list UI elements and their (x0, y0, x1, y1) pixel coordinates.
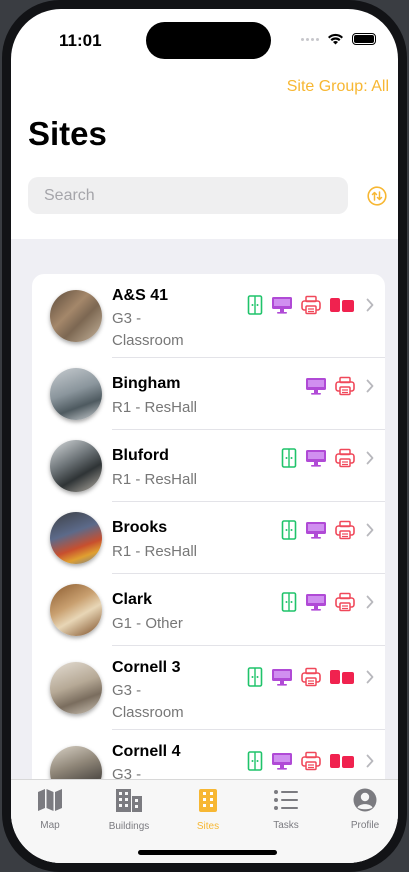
printer-icon (301, 295, 321, 315)
display-board-icon (329, 297, 355, 313)
sites-icon (199, 789, 217, 812)
tab-buildings[interactable]: Buildings (94, 788, 164, 832)
list-item[interactable]: Brooks R1 - ResHall (32, 502, 385, 574)
site-name: Cornell 3 (112, 659, 181, 676)
buildings-icon (116, 789, 142, 812)
site-group-filter[interactable]: Site Group: All (287, 78, 389, 96)
site-type: G1 - Other (112, 615, 183, 632)
printer-icon (335, 592, 355, 612)
door-icon (247, 751, 263, 771)
site-photo (50, 290, 102, 342)
site-name: Cornell 4 (112, 743, 181, 760)
computer-icon (305, 377, 327, 395)
site-photo (50, 368, 102, 420)
computer-icon (305, 593, 327, 611)
site-name: Bingham (112, 375, 181, 392)
printer-icon (335, 376, 355, 396)
search-input[interactable]: Search (28, 177, 348, 214)
display-board-icon (329, 753, 355, 769)
screen: 11:01 Site Group: All Sites Search A&S 4… (11, 9, 398, 863)
chevron-right-icon (366, 298, 374, 312)
site-type: G3 - Classroom (112, 682, 184, 721)
door-icon (247, 295, 263, 315)
computer-icon (305, 449, 327, 467)
profile-icon (353, 788, 377, 812)
battery-icon (352, 33, 376, 45)
site-photo (50, 584, 102, 636)
tab-map[interactable]: Map (15, 788, 85, 831)
printer-icon (301, 667, 321, 687)
printer-icon (335, 520, 355, 540)
computer-icon (271, 752, 293, 770)
service-icons (281, 592, 355, 612)
chevron-right-icon (366, 451, 374, 465)
computer-icon (271, 296, 293, 314)
status-time: 11:01 (59, 31, 102, 50)
site-name: Clark (112, 591, 153, 608)
tab-tasks[interactable]: Tasks (251, 788, 321, 831)
site-photo (50, 512, 102, 564)
chevron-right-icon (366, 670, 374, 684)
page-title: Sites (28, 115, 107, 152)
home-indicator (138, 850, 277, 855)
door-icon (281, 448, 297, 468)
door-icon (281, 520, 297, 540)
service-icons (247, 667, 355, 687)
service-icons (281, 520, 355, 540)
tab-label: Map (40, 820, 60, 831)
sites-list: A&S 41 G3 - Classroom Bingham R1 - ResHall B… (32, 274, 385, 804)
list-item[interactable]: Cornell 3 G3 - Classroom (32, 646, 385, 730)
chevron-right-icon (366, 379, 374, 393)
site-type: R1 - ResHall (112, 471, 198, 488)
tasks-icon (274, 790, 298, 810)
list-item[interactable]: Clark G1 - Other (32, 574, 385, 646)
tab-label: Profile (350, 820, 380, 831)
chevron-right-icon (366, 595, 374, 609)
service-icons (247, 295, 355, 315)
printer-icon (335, 448, 355, 468)
list-item[interactable]: Bluford R1 - ResHall (32, 430, 385, 502)
map-icon (38, 789, 62, 811)
tab-sites[interactable]: Sites (173, 788, 243, 832)
tab-label: Sites (196, 821, 220, 832)
phone-frame: 11:01 Site Group: All Sites Search A&S 4… (2, 0, 407, 872)
door-icon (281, 592, 297, 612)
signal-icon (301, 37, 319, 41)
sort-icon[interactable] (367, 186, 387, 206)
site-photo (50, 662, 102, 714)
printer-icon (301, 751, 321, 771)
site-photo (50, 440, 102, 492)
service-icons (305, 376, 355, 396)
site-name: A&S 41 (112, 287, 169, 304)
tab-label: Buildings (108, 821, 150, 832)
computer-icon (305, 521, 327, 539)
tab-profile[interactable]: Profile (330, 788, 398, 831)
status-icons (301, 33, 376, 45)
chevron-right-icon (366, 754, 374, 768)
chevron-right-icon (366, 523, 374, 537)
site-type: R1 - ResHall (112, 399, 198, 416)
site-name: Brooks (112, 519, 168, 536)
service-icons (281, 448, 355, 468)
wifi-icon (328, 33, 343, 45)
computer-icon (271, 668, 293, 686)
display-board-icon (329, 669, 355, 685)
list-item[interactable]: A&S 41 G3 - Classroom (32, 274, 385, 358)
service-icons (247, 751, 355, 771)
tab-label: Tasks (273, 820, 299, 831)
site-name: Bluford (112, 447, 169, 464)
door-icon (247, 667, 263, 687)
site-type: R1 - ResHall (112, 543, 198, 560)
site-type: G3 - Classroom (112, 310, 184, 349)
dynamic-island (146, 22, 271, 59)
list-item[interactable]: Bingham R1 - ResHall (32, 358, 385, 430)
